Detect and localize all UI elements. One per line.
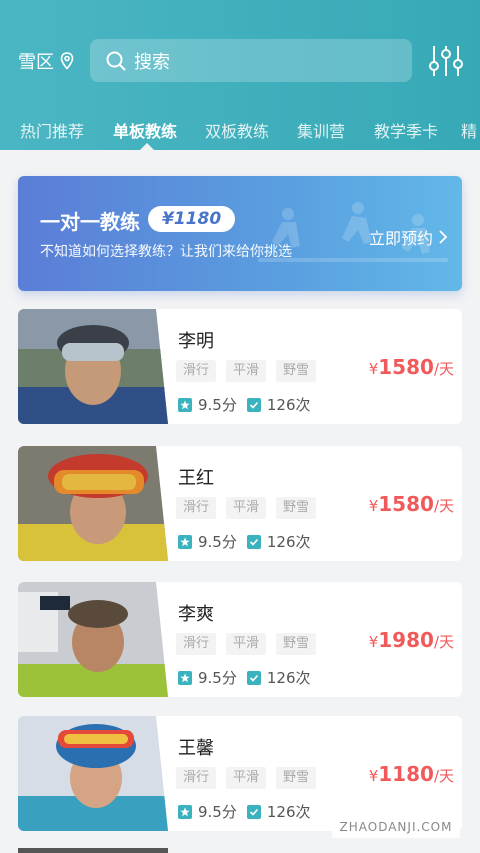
- coach-photo: [18, 716, 168, 831]
- active-tab-indicator: [140, 143, 154, 150]
- coach-lesson-count: 126次: [266, 803, 311, 821]
- book-now-button[interactable]: 立即预约: [369, 225, 448, 249]
- currency-symbol: ¥: [368, 497, 379, 515]
- coach-card[interactable]: 李爽 滑行 平滑 野雪 9.5分 126次 ¥1980/天: [18, 582, 462, 697]
- coach-tags: 滑行 平滑 野雪: [176, 360, 316, 382]
- currency-symbol: ¥: [368, 360, 379, 378]
- coach-price: ¥1580/天: [369, 355, 454, 379]
- star-icon: [178, 670, 192, 685]
- coach-tags: 滑行 平滑 野雪: [176, 497, 316, 519]
- location-label: 雪区: [18, 52, 54, 73]
- tab-popular[interactable]: 热门推荐: [20, 118, 84, 142]
- tag-offpiste: 野雪: [276, 633, 316, 655]
- tag-flat: 平滑: [226, 360, 266, 382]
- search-icon: [106, 51, 126, 70]
- tag-gliding: 滑行: [176, 767, 216, 789]
- banner-subtitle: 不知道如何选择教练？让我们来给你挑选: [40, 244, 292, 260]
- coach-rating: 9.5分: [198, 396, 237, 414]
- location-pin-icon: [60, 52, 74, 70]
- tag-gliding: 滑行: [176, 497, 216, 519]
- price-unit: /天: [433, 767, 454, 785]
- tab-season-card[interactable]: 教学季卡: [374, 118, 438, 142]
- coach-rating: 9.5分: [198, 533, 237, 551]
- coach-card[interactable]: 李明 滑行 平滑 野雪 9.5分 126次 ¥1580/天: [18, 309, 462, 424]
- tag-gliding: 滑行: [176, 633, 216, 655]
- tab-featured[interactable]: 精: [461, 118, 477, 142]
- coach-card[interactable]: 王红 滑行 平滑 野雪 9.5分 126次 ¥1580/天: [18, 446, 462, 561]
- banner-title: 一对一教练: [40, 210, 140, 234]
- currency-symbol: ¥: [368, 633, 379, 651]
- search-placeholder: 搜索: [134, 51, 170, 73]
- tag-offpiste: 野雪: [276, 360, 316, 382]
- coach-name: 李明: [178, 331, 214, 352]
- price-value: 1580: [378, 492, 434, 516]
- price-value: 1980: [378, 628, 434, 652]
- tag-offpiste: 野雪: [276, 497, 316, 519]
- tag-flat: 平滑: [226, 633, 266, 655]
- currency-symbol: ¥: [368, 767, 379, 785]
- watermark: ZHAODANJI.COM: [332, 816, 460, 838]
- coach-photo: [18, 309, 168, 424]
- top-header: 雪区 搜索 热门推荐 单板教练 双板教练 集训营 教学季卡 精: [0, 0, 480, 150]
- price-value: 1580: [378, 355, 434, 379]
- location-selector[interactable]: 雪区: [18, 48, 74, 74]
- coach-lesson-count: 126次: [266, 669, 311, 687]
- checkbox-icon: [246, 670, 261, 685]
- coach-name: 王红: [178, 468, 214, 489]
- tag-offpiste: 野雪: [276, 767, 316, 789]
- coach-rating: 9.5分: [198, 803, 237, 821]
- coach-photo: [18, 582, 168, 697]
- book-now-label: 立即预约: [368, 229, 433, 248]
- tab-ski-coach[interactable]: 双板教练: [205, 118, 269, 142]
- category-tabs: 热门推荐 单板教练 双板教练 集训营 教学季卡 精: [0, 112, 480, 150]
- search-input[interactable]: 搜索: [90, 39, 412, 82]
- coach-lesson-count: 126次: [266, 533, 311, 551]
- banner-price-badge: ¥1180: [148, 206, 236, 232]
- coach-lesson-count: 126次: [266, 396, 311, 414]
- tab-snowboard-coach[interactable]: 单板教练: [113, 118, 177, 142]
- coach-photo: [18, 446, 168, 561]
- star-icon: [178, 534, 192, 549]
- star-icon: [178, 804, 192, 819]
- price-unit: /天: [433, 633, 454, 651]
- coach-rating: 9.5分: [198, 669, 237, 687]
- coach-stats: 9.5分 126次: [178, 531, 321, 552]
- coach-name: 李爽: [178, 604, 214, 625]
- next-card-peek: [18, 848, 168, 853]
- tab-training-camp[interactable]: 集训营: [297, 118, 345, 142]
- coach-tags: 滑行 平滑 野雪: [176, 633, 316, 655]
- coach-stats: 9.5分 126次: [178, 801, 321, 822]
- chevron-right-icon: [439, 230, 448, 244]
- filter-sliders-icon[interactable]: [428, 44, 464, 78]
- coach-price: ¥1980/天: [369, 628, 454, 652]
- coach-stats: 9.5分 126次: [178, 667, 321, 688]
- one-on-one-banner[interactable]: 一对一教练 ¥1180 不知道如何选择教练？让我们来给你挑选 立即预约: [18, 176, 462, 291]
- coach-price: ¥1580/天: [369, 492, 454, 516]
- price-value: 1180: [378, 762, 434, 786]
- price-unit: /天: [433, 360, 454, 378]
- checkbox-icon: [246, 804, 261, 819]
- checkbox-icon: [246, 534, 261, 549]
- checkbox-icon: [246, 397, 261, 412]
- price-unit: /天: [433, 497, 454, 515]
- tag-flat: 平滑: [226, 767, 266, 789]
- coach-price: ¥1180/天: [369, 762, 454, 786]
- coach-name: 王馨: [178, 738, 214, 759]
- star-icon: [178, 397, 192, 412]
- tag-gliding: 滑行: [176, 360, 216, 382]
- coach-stats: 9.5分 126次: [178, 394, 321, 415]
- tag-flat: 平滑: [226, 497, 266, 519]
- coach-card[interactable]: 王馨 滑行 平滑 野雪 9.5分 126次 ¥1180/天: [18, 716, 462, 831]
- coach-tags: 滑行 平滑 野雪: [176, 767, 316, 789]
